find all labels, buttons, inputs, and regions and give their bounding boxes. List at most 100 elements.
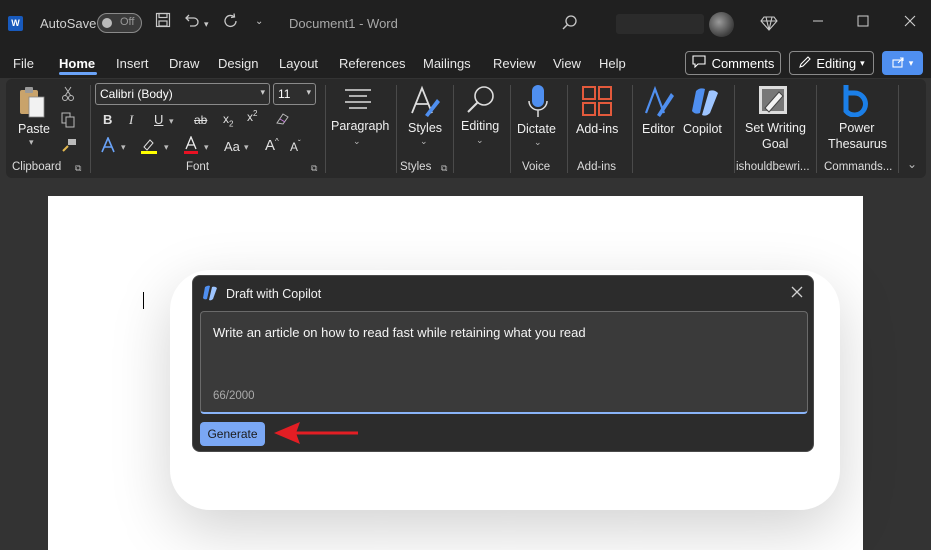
font-name-select[interactable]: Calibri (Body) ▾ xyxy=(95,83,270,105)
title-bar: W AutoSave Off ▾ ⌄ Document1 - Word xyxy=(0,0,931,48)
share-button[interactable]: ▾ xyxy=(882,51,923,75)
format-painter-icon[interactable] xyxy=(61,137,77,158)
tab-file[interactable]: File xyxy=(13,56,34,71)
power-thesaurus-icon[interactable] xyxy=(842,83,872,122)
close-window-icon[interactable] xyxy=(904,14,916,30)
writing-goal-label-line1[interactable]: Set Writing xyxy=(745,121,806,135)
divider xyxy=(90,85,91,173)
shrink-font-icon[interactable]: Aˇ xyxy=(290,139,301,154)
maximize-icon[interactable] xyxy=(857,14,869,30)
font-group-label: Font xyxy=(186,161,210,173)
redo-icon[interactable] xyxy=(222,12,240,35)
subscript-icon[interactable]: x2 xyxy=(223,112,233,128)
highlight-icon[interactable] xyxy=(140,137,158,160)
text-effects-icon[interactable] xyxy=(100,135,116,158)
styles-icon[interactable] xyxy=(409,85,441,124)
editing-mode-button[interactable]: Editing ▾ xyxy=(789,51,874,75)
close-icon[interactable] xyxy=(789,284,805,300)
microphone-icon[interactable] xyxy=(527,84,549,125)
customize-toolbar-icon[interactable]: ⌄ xyxy=(255,16,263,27)
font-color-icon[interactable] xyxy=(183,135,199,160)
comments-button[interactable]: Comments xyxy=(685,51,781,75)
clear-formatting-icon[interactable] xyxy=(274,111,290,132)
autosave-state: Off xyxy=(120,16,135,28)
editing-group-label[interactable]: Editing xyxy=(461,119,499,133)
tab-review[interactable]: Review xyxy=(493,56,536,71)
comment-icon xyxy=(692,55,706,71)
tab-help[interactable]: Help xyxy=(599,56,626,71)
minimize-icon[interactable] xyxy=(812,14,824,30)
dictate-dropdown-icon[interactable]: ⌄ xyxy=(534,137,542,148)
undo-dropdown-icon[interactable]: ▾ xyxy=(204,19,209,30)
addins-icon[interactable] xyxy=(582,86,612,121)
strikethrough-icon[interactable]: ab xyxy=(194,113,207,127)
italic-icon[interactable]: I xyxy=(129,112,133,128)
generate-button[interactable]: Generate xyxy=(200,422,265,446)
font-size-select[interactable]: 11 ▾ xyxy=(273,83,316,105)
paragraph-icon[interactable] xyxy=(343,87,373,118)
superscript-icon[interactable]: x2 xyxy=(247,109,257,124)
highlight-dropdown-icon[interactable]: ▾ xyxy=(164,142,169,153)
account-name xyxy=(616,14,704,34)
editor-icon[interactable] xyxy=(643,85,675,124)
chevron-down-icon: ▾ xyxy=(860,57,865,68)
writing-goal-icon[interactable] xyxy=(757,84,791,123)
copilot-label[interactable]: Copilot xyxy=(683,122,722,136)
styles-label[interactable]: Styles xyxy=(408,121,442,135)
text-effects-dropdown-icon[interactable]: ▾ xyxy=(121,142,126,153)
tab-draw[interactable]: Draw xyxy=(169,56,199,71)
divider xyxy=(898,85,899,173)
tab-references[interactable]: References xyxy=(339,56,405,71)
paragraph-dropdown-icon[interactable]: ⌄ xyxy=(353,136,361,147)
ribbon-expand-icon[interactable]: ⌄ xyxy=(907,157,917,171)
paste-label[interactable]: Paste xyxy=(18,122,50,136)
editor-label[interactable]: Editor xyxy=(642,122,675,136)
dictate-label[interactable]: Dictate xyxy=(517,122,556,136)
voice-group-label: Voice xyxy=(522,161,551,173)
power-thesaurus-label-line1[interactable]: Power xyxy=(839,121,874,135)
paragraph-label[interactable]: Paragraph xyxy=(331,119,389,133)
chevron-down-icon: ▾ xyxy=(306,87,311,97)
bold-icon[interactable]: B xyxy=(103,112,112,127)
change-case-dropdown-icon[interactable]: ▾ xyxy=(244,142,249,153)
tab-view[interactable]: View xyxy=(553,56,581,71)
premium-diamond-icon[interactable] xyxy=(760,14,778,32)
copilot-icon xyxy=(201,284,219,302)
power-thesaurus-label-line2[interactable]: Thesaurus xyxy=(828,137,887,151)
tab-design[interactable]: Design xyxy=(218,56,258,71)
underline-dropdown-icon[interactable]: ▾ xyxy=(169,116,174,127)
divider xyxy=(816,85,817,173)
grow-font-icon[interactable]: A^ xyxy=(265,137,279,154)
toggle-knob xyxy=(102,18,112,28)
styles-dropdown-icon[interactable]: ⌄ xyxy=(420,136,428,147)
change-case-icon[interactable]: Aa xyxy=(224,139,240,154)
tab-layout[interactable]: Layout xyxy=(279,56,318,71)
paste-icon[interactable] xyxy=(17,85,47,124)
prompt-input[interactable]: Write an article on how to read fast whi… xyxy=(200,311,808,414)
divider xyxy=(325,85,326,173)
styles-launcher-icon[interactable]: ⧉ xyxy=(441,163,447,174)
search-icon[interactable] xyxy=(561,14,579,32)
clipboard-launcher-icon[interactable]: ⧉ xyxy=(75,163,81,174)
tab-insert[interactable]: Insert xyxy=(116,56,149,71)
autosave-toggle[interactable]: Off xyxy=(97,13,142,33)
editing-dropdown-icon[interactable]: ⌄ xyxy=(476,135,484,146)
find-icon[interactable] xyxy=(465,84,497,121)
save-icon[interactable] xyxy=(155,12,171,33)
text-cursor xyxy=(143,292,144,309)
paste-dropdown-icon[interactable]: ▾ xyxy=(29,137,34,148)
copilot-icon[interactable] xyxy=(688,85,722,124)
font-launcher-icon[interactable]: ⧉ xyxy=(311,163,317,174)
chevron-down-icon: ▾ xyxy=(260,87,265,97)
tab-mailings[interactable]: Mailings xyxy=(423,56,471,71)
underline-icon[interactable]: U xyxy=(154,112,163,127)
tab-home[interactable]: Home xyxy=(59,56,95,71)
addins-label[interactable]: Add-ins xyxy=(576,122,618,136)
cut-icon[interactable] xyxy=(61,86,75,107)
avatar[interactable] xyxy=(709,12,734,37)
copy-icon[interactable] xyxy=(61,112,75,133)
divider xyxy=(510,85,511,173)
writing-goal-label-line2[interactable]: Goal xyxy=(762,137,788,151)
undo-icon[interactable] xyxy=(183,12,201,33)
font-color-dropdown-icon[interactable]: ▾ xyxy=(204,142,209,153)
